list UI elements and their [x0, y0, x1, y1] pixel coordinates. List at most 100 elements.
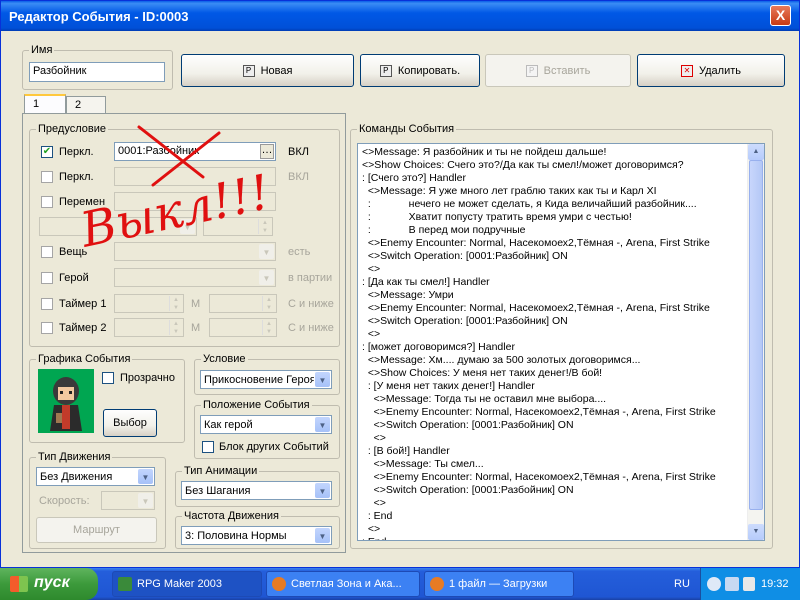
delete-page-button[interactable]: ✕ Удалить	[637, 54, 785, 87]
transparent-label: Прозрачно	[120, 372, 175, 384]
close-button[interactable]: X	[770, 5, 791, 26]
command-line[interactable]: <>Message: Я уже много лет граблю таких …	[362, 185, 657, 198]
command-line[interactable]: <>Message: Хм.... думаю за 500 золотых д…	[362, 354, 641, 367]
firefox-icon	[272, 577, 286, 591]
name-input[interactable]: Разбойник	[29, 62, 165, 82]
paste-label: Вставить	[543, 64, 591, 77]
command-line[interactable]: : Хватит попусту тратить время умри с че…	[362, 211, 632, 224]
timer2-unit: М	[191, 322, 201, 334]
select-graphic-button[interactable]: Выбор	[103, 409, 157, 437]
timer1-label: Таймер 1	[59, 298, 107, 310]
command-line[interactable]: : End	[362, 536, 387, 540]
block-events-label: Блок других Событий	[219, 441, 329, 453]
command-line[interactable]: : [Да как ты смел!] Handler	[362, 276, 490, 289]
command-line[interactable]: : [В бой!] Handler	[362, 445, 450, 458]
command-line[interactable]: : В перед мои подручные	[362, 224, 526, 237]
timer2-checkbox[interactable]	[41, 322, 53, 334]
switch2-checkbox[interactable]	[41, 171, 53, 183]
rpg-maker-icon	[118, 577, 132, 591]
paste-page-button[interactable]: P Вставить	[485, 54, 631, 87]
command-line[interactable]: : [У меня нет таких денег!] Handler	[362, 380, 535, 393]
tab-page-2[interactable]: 2	[66, 96, 106, 114]
chevron-down-icon: ▼	[259, 270, 274, 285]
timer1-seconds-spinner[interactable]: ▲ ▼	[209, 294, 277, 313]
command-line[interactable]: <>Switch Operation: [0001:Разбойник] ON	[362, 250, 568, 263]
task-rpg-maker[interactable]: RPG Maker 2003	[112, 571, 262, 597]
tab-page-1[interactable]: 1	[24, 94, 66, 114]
timer1-minutes-spinner[interactable]: ▲ ▼	[114, 294, 184, 313]
command-line[interactable]: : [может договоримся?] Handler	[362, 341, 515, 354]
frequency-select[interactable]: 3: Половина Нормы ▼	[181, 526, 332, 545]
trigger-legend: Условие	[201, 353, 248, 365]
command-line[interactable]: <>Show Choices: Счего это?/Да как ты сме…	[362, 159, 684, 172]
hero-checkbox[interactable]	[41, 272, 53, 284]
command-line[interactable]: <>Enemy Encounter: Normal, Насекомоех2,Т…	[362, 471, 716, 484]
system-tray: 19:32	[700, 568, 800, 600]
tray-volume-icon[interactable]	[743, 577, 755, 591]
command-line[interactable]: <>Switch Operation: [0001:Разбойник] ON	[362, 484, 574, 497]
command-line[interactable]: <>Switch Operation: [0001:Разбойник] ON	[362, 419, 574, 432]
command-line[interactable]: <>	[362, 328, 380, 341]
task-browser[interactable]: Светлая Зона и Ака...	[266, 571, 420, 597]
command-list-scrollbar[interactable]: ▲ ▼	[747, 144, 764, 540]
commands-legend: Команды События	[357, 123, 457, 135]
block-events-checkbox[interactable]	[202, 441, 214, 453]
title-bar[interactable]: Редактор События - ID:0003 X	[1, 1, 799, 31]
command-line[interactable]: : [Счего это?] Handler	[362, 172, 466, 185]
variable-checkbox[interactable]	[41, 196, 53, 208]
spinner-arrows-icon: ▲ ▼	[262, 296, 275, 311]
movement-type-value: Без Движения	[40, 471, 113, 483]
command-line[interactable]: <>	[362, 432, 386, 445]
command-line[interactable]: : End	[362, 510, 393, 523]
hero-label: Герой	[59, 272, 89, 284]
command-line[interactable]: <>Enemy Encounter: Normal, Насекомоех2,Т…	[362, 406, 716, 419]
command-line[interactable]: <>Enemy Encounter: Normal, Насекомоех2,Т…	[362, 237, 710, 250]
command-list[interactable]: <>Message: Я разбойник и ты не пойдеш да…	[357, 143, 765, 541]
clock: 19:32	[761, 578, 789, 590]
animation-select[interactable]: Без Шагания ▼	[181, 481, 332, 500]
route-button[interactable]: Маршрут	[36, 517, 157, 543]
movement-type-select[interactable]: Без Движения ▼	[36, 467, 155, 486]
event-editor-window: Редактор События - ID:0003 X Имя Разбойн…	[0, 0, 800, 568]
scroll-up-icon[interactable]: ▲	[748, 144, 764, 160]
command-line[interactable]: <>	[362, 523, 380, 536]
new-page-label: Новая	[260, 64, 293, 77]
new-page-button[interactable]: P Новая	[181, 54, 354, 87]
taskbar: пуск RPG Maker 2003 Светлая Зона и Ака..…	[0, 568, 800, 600]
position-legend: Положение События	[201, 399, 312, 411]
command-line[interactable]: <>Enemy Encounter: Normal, Насекомоех2,Т…	[362, 302, 710, 315]
trigger-select[interactable]: Прикосновение Героя ▼	[200, 370, 332, 389]
timer2-seconds-spinner[interactable]: ▲ ▼	[209, 318, 277, 337]
animation-legend: Тип Анимации	[182, 465, 260, 477]
delete-label: Удалить	[699, 64, 741, 77]
scroll-thumb[interactable]	[749, 160, 763, 510]
command-line[interactable]: <>	[362, 497, 386, 510]
transparent-checkbox[interactable]	[102, 372, 114, 384]
timer1-checkbox[interactable]	[41, 298, 53, 310]
command-line[interactable]: <>Message: Я разбойник и ты не пойдеш да…	[362, 146, 606, 159]
speed-select[interactable]: ▼	[101, 491, 155, 510]
start-button[interactable]: пуск	[0, 568, 98, 600]
chevron-down-icon: ▼	[315, 372, 330, 387]
position-select[interactable]: Как герой ▼	[200, 415, 332, 434]
hero-select[interactable]: ▼	[114, 268, 276, 287]
command-line[interactable]: <>Message: Умри	[362, 289, 454, 302]
command-line[interactable]: <>Message: Ты смел...	[362, 458, 484, 471]
command-line[interactable]: <>Message: Тогда ты не оставил мне выбор…	[362, 393, 606, 406]
timer2-minutes-spinner[interactable]: ▲ ▼	[114, 318, 184, 337]
command-line[interactable]: <>Show Choices: У меня нет таких денег!/…	[362, 367, 602, 380]
tray-monitor-icon[interactable]	[725, 577, 739, 591]
scroll-down-icon[interactable]: ▼	[748, 524, 764, 540]
switch1-checkbox[interactable]: ✔	[41, 146, 53, 158]
task-downloads[interactable]: 1 файл — Загрузки	[424, 571, 574, 597]
command-line[interactable]: : нечего не может сделать, я Кида велича…	[362, 198, 697, 211]
tray-network-icon[interactable]	[707, 577, 721, 591]
language-indicator[interactable]: RU	[674, 578, 690, 590]
command-line[interactable]: <>	[362, 263, 380, 276]
command-line[interactable]: <>Switch Operation: [0001:Разбойник] ON	[362, 315, 568, 328]
event-sprite-preview[interactable]	[38, 369, 94, 433]
copy-page-button[interactable]: P Копировать.	[360, 54, 480, 87]
name-label: Имя	[29, 44, 55, 56]
item-checkbox[interactable]	[41, 246, 53, 258]
chevron-down-icon: ▼	[138, 469, 153, 484]
